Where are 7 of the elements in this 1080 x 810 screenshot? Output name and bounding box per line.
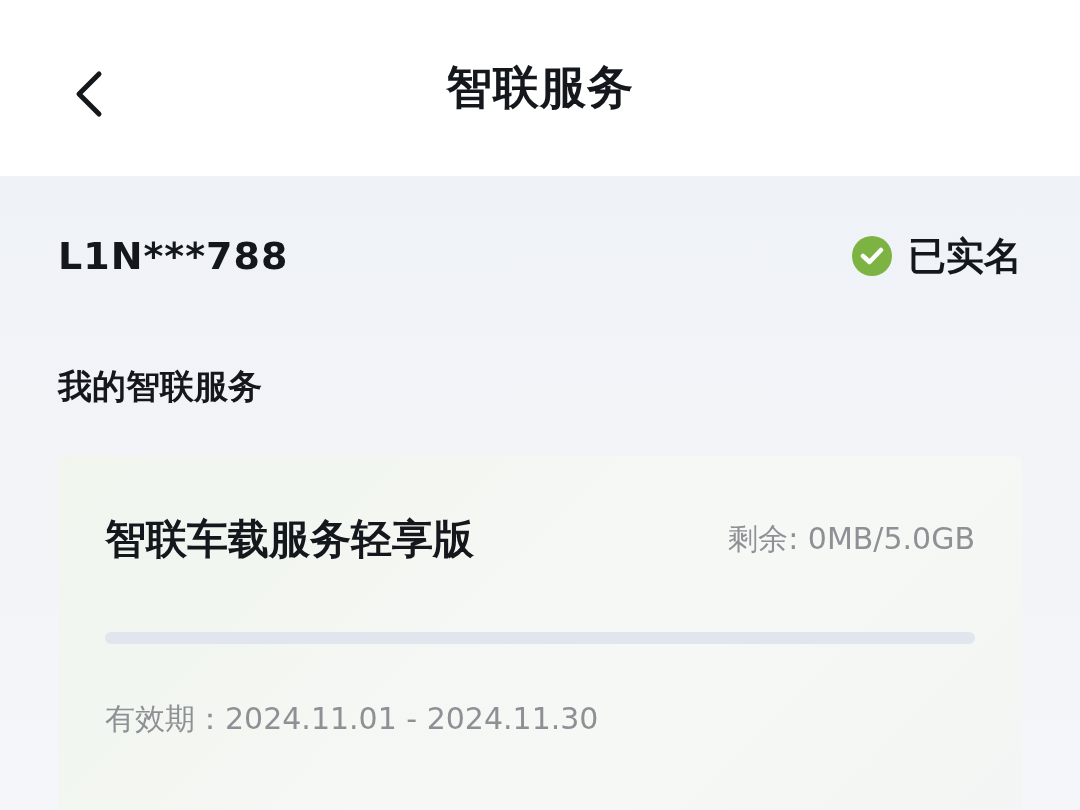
plan-name: 智联车载服务轻享版 bbox=[105, 513, 474, 565]
verification-status: 已实名 bbox=[908, 232, 1022, 280]
validity-period: 有效期：2024.11.01 - 2024.11.30 bbox=[105, 700, 600, 738]
section-title: 我的智联服务 bbox=[58, 365, 263, 408]
page-title: 智联服务 bbox=[446, 59, 634, 116]
remaining-data: 剩余: 0MB/5.0GB bbox=[728, 519, 975, 558]
vehicle-id: L1N***788 bbox=[58, 234, 289, 278]
